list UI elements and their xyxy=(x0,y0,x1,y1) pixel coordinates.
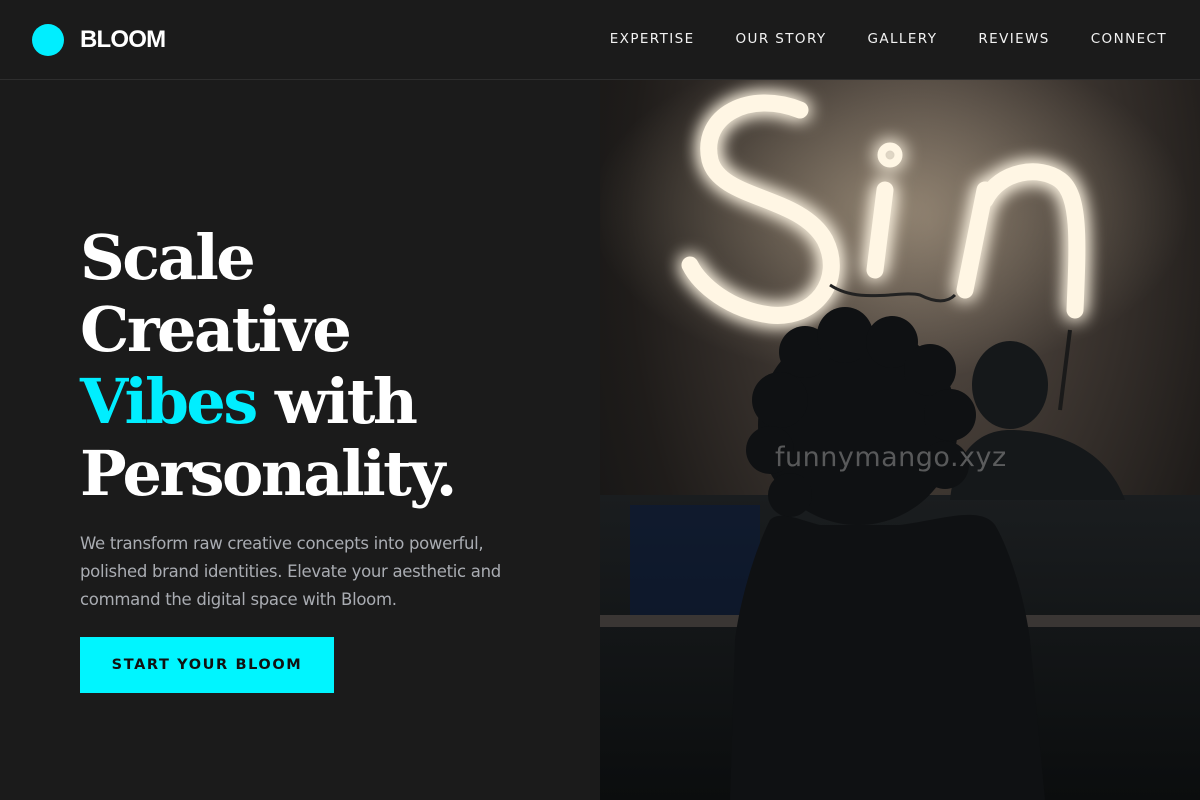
nav-link-reviews[interactable]: REVIEWS xyxy=(978,29,1049,49)
nav-link-our-story[interactable]: OUR STORY xyxy=(736,29,827,49)
main-nav: EXPERTISE OUR STORY GALLERY REVIEWS CONN… xyxy=(610,29,1167,49)
headline-line-1: Scale xyxy=(80,221,256,294)
nav-link-connect[interactable]: CONNECT xyxy=(1091,29,1167,49)
neon-sign-scene-illustration xyxy=(600,80,1200,800)
headline-line-3-rest: with xyxy=(255,365,418,438)
background-person-silhouette xyxy=(950,341,1125,500)
nav-link-gallery[interactable]: GALLERY xyxy=(868,29,938,49)
headline-line-4: Personality. xyxy=(80,437,457,510)
brand-name: BLOOM xyxy=(80,26,166,53)
headline-line-2: Creative xyxy=(80,293,352,366)
hero-subtext: We transform raw creative concepts into … xyxy=(80,534,501,609)
watermark-text: funnymango.xyz xyxy=(775,442,1007,473)
logo-circle-icon xyxy=(32,24,64,56)
hero-copy: Scale Creative Vibes with Personality. xyxy=(80,222,580,510)
nav-link-expertise[interactable]: EXPERTISE xyxy=(610,29,695,49)
brand-logo[interactable]: BLOOM xyxy=(32,24,166,56)
hero-photo: funnymango.xyz xyxy=(600,80,1200,800)
headline-accent-word: Vibes xyxy=(80,365,258,438)
hero-headline: Scale Creative Vibes with Personality. xyxy=(80,222,580,510)
headline-line-3: Vibes with xyxy=(80,366,580,438)
start-your-bloom-button[interactable]: START YOUR BLOOM xyxy=(80,637,334,693)
site-header: BLOOM EXPERTISE OUR STORY GALLERY REVIEW… xyxy=(0,0,1200,80)
